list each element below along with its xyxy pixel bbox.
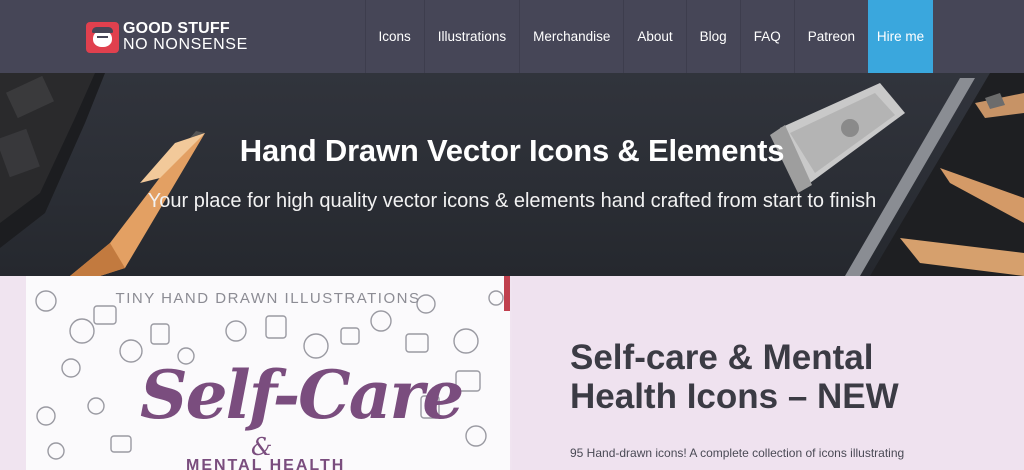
nav-item-faq[interactable]: FAQ <box>739 0 794 73</box>
hire-me-button[interactable]: Hire me <box>868 0 933 73</box>
nav-item-blog[interactable]: Blog <box>685 0 740 73</box>
logo-face-icon <box>86 21 119 53</box>
main-menu: Icons Illustrations Merchandise About Bl… <box>364 0 1024 73</box>
nav-item-patreon[interactable]: Patreon <box>793 0 868 73</box>
hero-background-art <box>0 73 1024 276</box>
hero-subtitle: Your place for high quality vector icons… <box>147 190 877 212</box>
post-title[interactable]: Self-care & Mental Health Icons – NEW <box>570 338 930 416</box>
logo-text: GOOD STUFF NO NONSENSE <box>123 21 248 53</box>
featured-post-section: TINY HAND DRAWN ILLUSTRATIONS Self-Care … <box>0 276 1024 470</box>
site-logo[interactable]: GOOD STUFF NO NONSENSE <box>86 20 248 54</box>
thumbnail-bottom-text: MENTAL HEALTH <box>186 457 346 470</box>
thumbnail-title: Self-Care <box>140 356 464 434</box>
post-excerpt: 95 Hand-drawn icons! A complete collecti… <box>570 446 905 460</box>
post-thumbnail[interactable]: TINY HAND DRAWN ILLUSTRATIONS Self-Care … <box>26 276 510 470</box>
logo-line2: NO NONSENSE <box>123 36 248 53</box>
nav-item-about[interactable]: About <box>623 0 685 73</box>
logo-line1: GOOD STUFF <box>123 20 230 37</box>
nav-item-icons[interactable]: Icons <box>364 0 424 73</box>
thumbnail-top-text: TINY HAND DRAWN ILLUSTRATIONS <box>115 290 421 307</box>
hero-title: Hand Drawn Vector Icons & Elements <box>239 133 785 168</box>
top-navbar: GOOD STUFF NO NONSENSE Icons Illustratio… <box>0 0 1024 73</box>
hero-banner: Hand Drawn Vector Icons & Elements Your … <box>0 73 1024 276</box>
nav-item-illustrations[interactable]: Illustrations <box>423 0 519 73</box>
nav-item-merchandise[interactable]: Merchandise <box>519 0 623 73</box>
